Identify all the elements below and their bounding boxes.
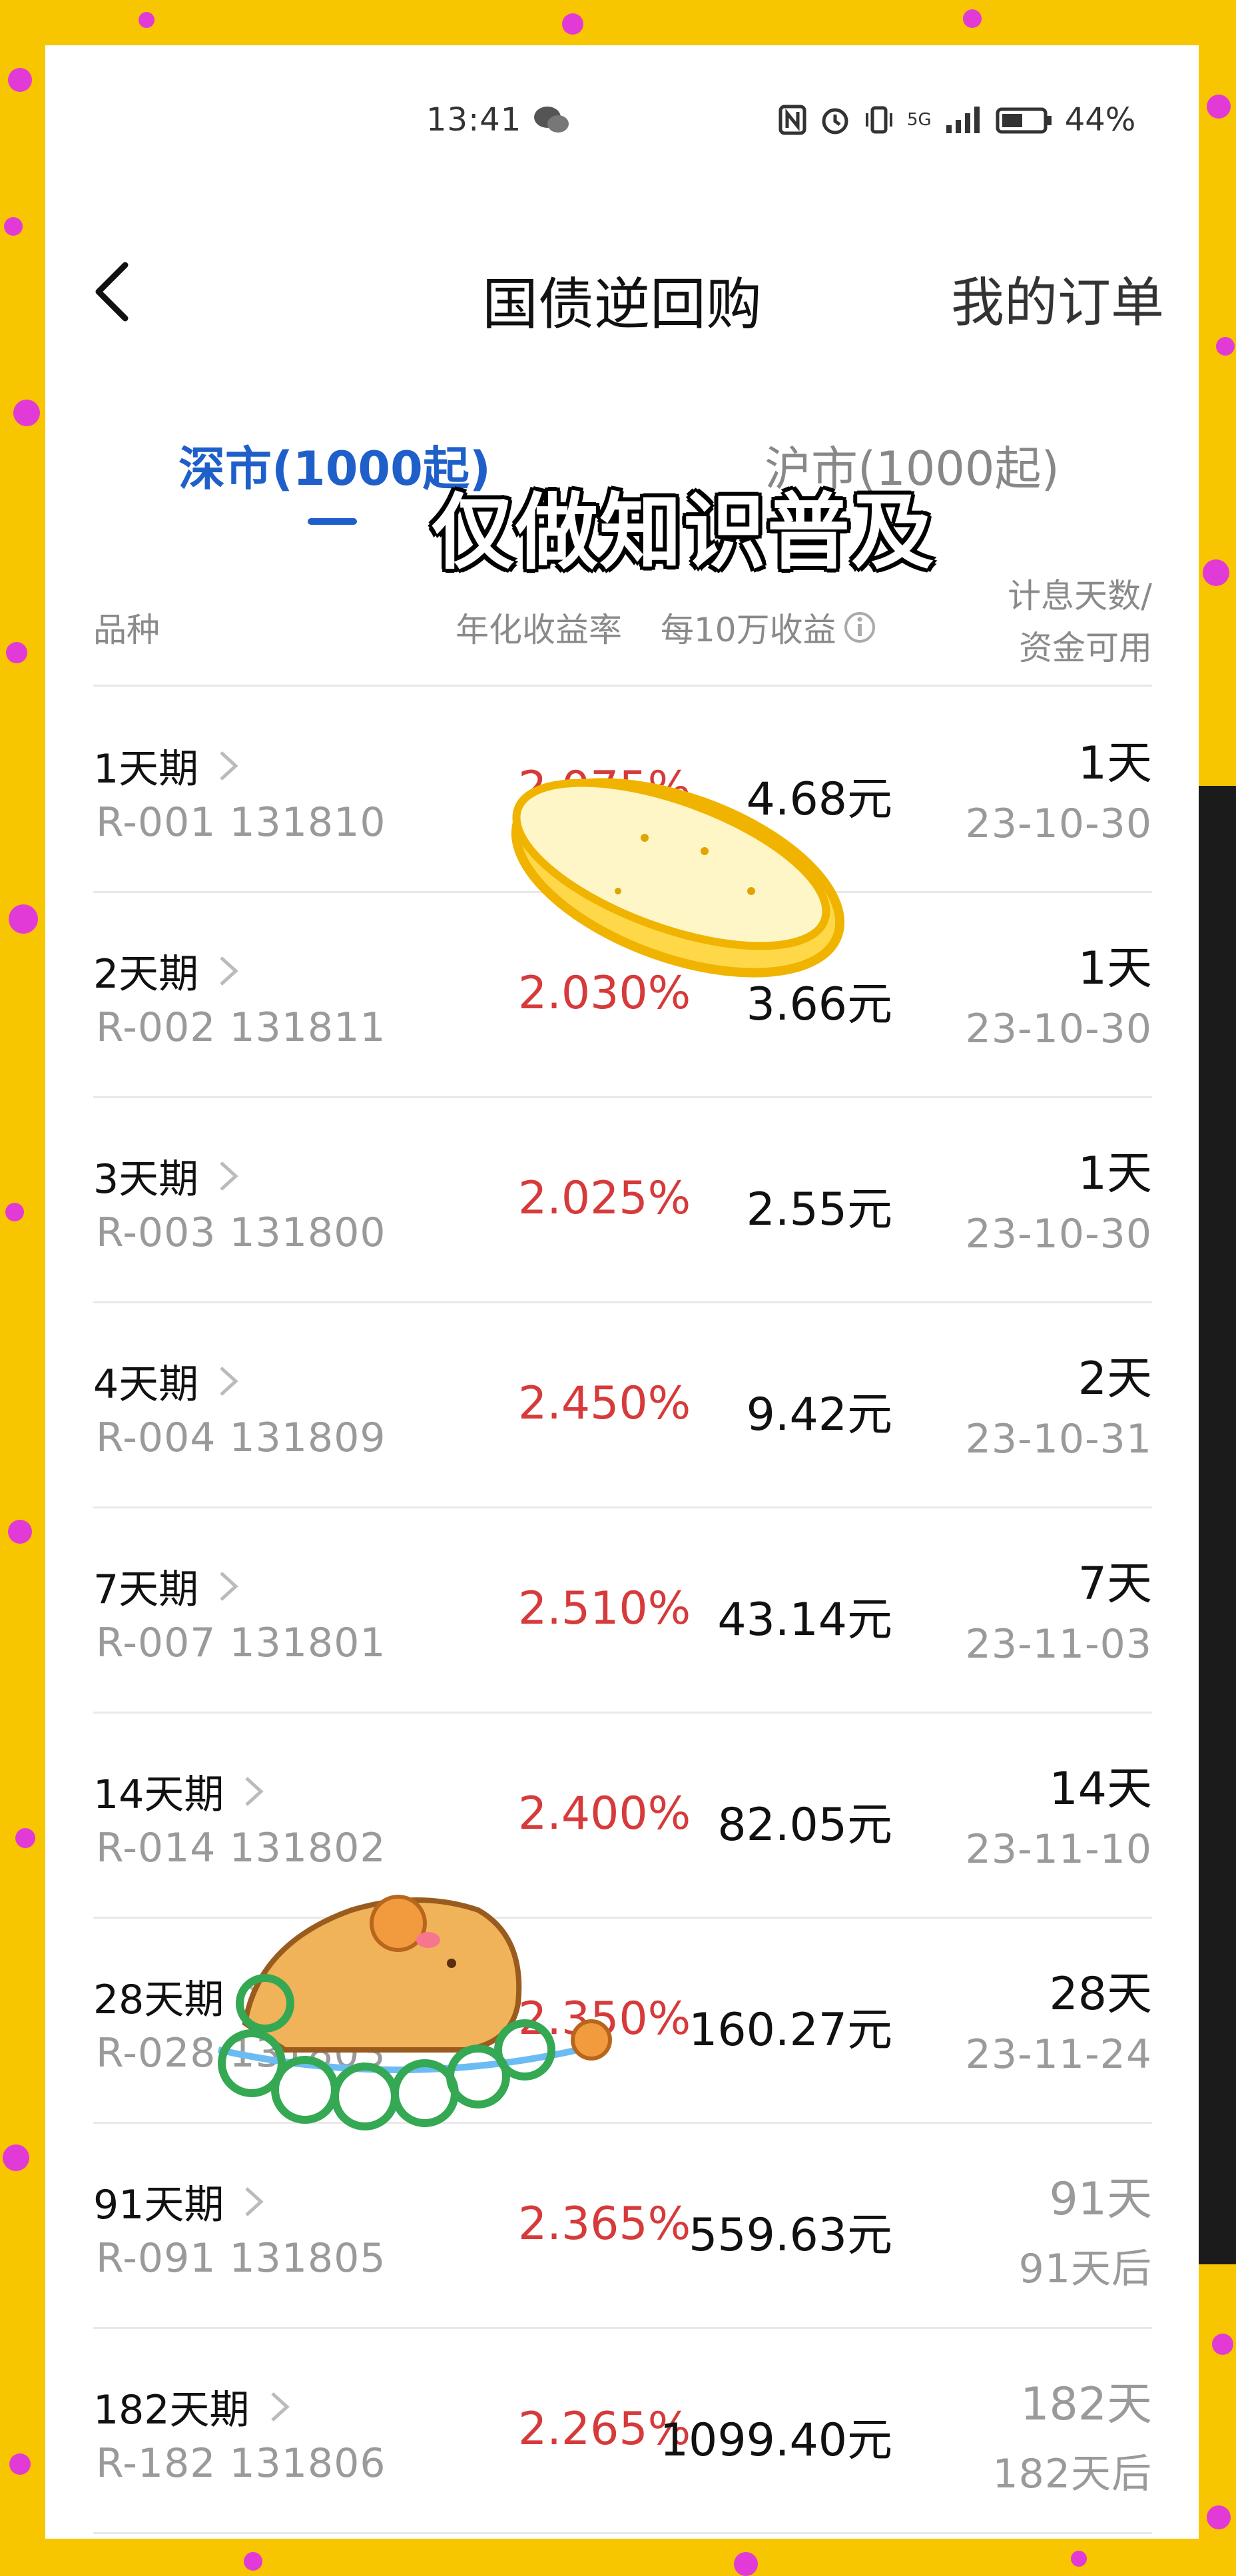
product-name-label: 7天期 — [93, 1566, 199, 1613]
background-photo-edge — [1199, 786, 1236, 2264]
funds-available-date: 91天后 — [1018, 2246, 1152, 2292]
product-code: R-003 131800 — [96, 1209, 386, 1256]
product-name[interactable]: 1天期 — [93, 737, 242, 795]
pancake-sticker — [511, 778, 845, 978]
product-name-label: 91天期 — [93, 2182, 224, 2228]
product-name[interactable]: 4天期 — [93, 1352, 242, 1410]
capybara-hotspring-sticker — [217, 1895, 612, 2130]
income-per-100k: 9.42元 — [746, 1389, 892, 1441]
income-per-100k: 82.05元 — [717, 1799, 892, 1851]
phone-screen: 13:41 5G 44% 国债逆回购 我的订单 深市(1000起) 沪市(100… — [45, 45, 1199, 2539]
interest-days: 7天 — [1078, 1558, 1152, 1610]
nav-header: 国债逆回购 我的订单 — [45, 232, 1199, 352]
header-income-label: 每10万收益 — [661, 611, 836, 649]
battery-level: 44% — [1064, 101, 1136, 139]
funds-available-date: 182天后 — [992, 2451, 1152, 2497]
alarm-icon — [822, 108, 848, 135]
product-name[interactable]: 182天期 — [93, 2378, 294, 2435]
product-name[interactable]: 91天期 — [93, 2172, 268, 2230]
interest-days: 28天 — [1049, 1968, 1152, 2021]
annual-rate: 2.365% — [518, 2198, 691, 2250]
interest-days: 1天 — [1078, 737, 1152, 790]
chevron-right-icon — [220, 1161, 238, 1191]
status-time: 13:41 — [426, 101, 522, 139]
interest-days: 2天 — [1078, 1353, 1152, 1405]
status-bar: 13:41 5G 44% — [45, 45, 1199, 205]
chevron-right-icon — [270, 2392, 290, 2421]
interest-days: 1天 — [1078, 1147, 1152, 1200]
interest-days: 91天 — [1049, 2173, 1152, 2226]
active-tab-indicator — [308, 518, 357, 525]
chevron-right-icon — [220, 751, 238, 781]
table-row[interactable]: 3天期 R-003 131800 2.025% 2.55元 1天 23-10-3… — [93, 1096, 1152, 1303]
product-code: R-004 131809 — [96, 1415, 386, 1461]
status-icons: 5G 44% — [778, 101, 1135, 139]
chevron-right-icon — [220, 1571, 238, 1601]
funds-available-date: 23-10-31 — [965, 1416, 1152, 1462]
product-name-label: 2天期 — [93, 951, 199, 998]
vibrate-icon — [866, 106, 892, 134]
product-name-label: 3天期 — [93, 1156, 199, 1203]
header-rate: 年化收益率 — [456, 611, 622, 649]
product-code: R-002 131811 — [96, 1004, 386, 1051]
annual-rate: 2.510% — [518, 1582, 691, 1635]
header-days-line2: 资金可用 — [1019, 629, 1152, 667]
funds-available-date: 23-10-30 — [965, 1006, 1152, 1052]
funds-available-date: 23-10-30 — [965, 801, 1152, 847]
product-name-label: 1天期 — [93, 746, 199, 793]
table-row[interactable]: 91天期 R-091 131805 2.365% 559.63元 91天 91天… — [93, 2122, 1152, 2329]
chevron-right-icon — [220, 1366, 238, 1396]
funds-available-date: 23-11-10 — [965, 1826, 1152, 1873]
table-row[interactable]: 182天期 R-182 131806 2.265% 1099.40元 182天 … — [93, 2327, 1152, 2534]
interest-days: 1天 — [1078, 942, 1152, 995]
table-row[interactable]: 7天期 R-007 131801 2.510% 43.14元 7天 23-11-… — [93, 1506, 1152, 1714]
income-per-100k: 2.55元 — [746, 1183, 892, 1236]
product-name-label: 182天期 — [93, 2387, 250, 2433]
table-row[interactable]: 4天期 R-004 131809 2.450% 9.42元 2天 23-10-3… — [93, 1301, 1152, 1508]
network-label: 5G — [907, 110, 932, 130]
signal-icon — [946, 107, 980, 133]
header-name: 品种 — [93, 611, 160, 649]
product-name[interactable]: 7天期 — [93, 1557, 242, 1615]
product-name[interactable]: 3天期 — [93, 1147, 242, 1205]
wechat-icon — [534, 107, 569, 133]
product-code: R-091 131805 — [96, 2235, 386, 2282]
info-icon[interactable] — [843, 611, 876, 644]
header-days-line1: 计息天数/ — [1008, 577, 1152, 615]
interest-days: 14天 — [1049, 1763, 1152, 1815]
funds-available-date: 23-11-03 — [965, 1621, 1152, 1668]
income-per-100k: 1099.40元 — [659, 2414, 892, 2467]
product-code: R-182 131806 — [96, 2440, 386, 2487]
income-per-100k: 160.27元 — [689, 2004, 892, 2057]
my-orders-link[interactable]: 我的订单 — [951, 260, 1164, 337]
funds-available-date: 23-11-24 — [965, 2031, 1152, 2078]
annual-rate: 2.450% — [518, 1377, 691, 1430]
product-code: R-007 131801 — [96, 1620, 386, 1666]
watermark-caption: 仅做知识普及 — [432, 485, 936, 581]
annual-rate: 2.025% — [518, 1172, 691, 1225]
header-days: 计息天数/ 资金可用 — [1008, 570, 1152, 674]
product-code: R-001 131810 — [96, 799, 386, 846]
battery-icon — [996, 107, 1052, 134]
income-per-100k: 43.14元 — [717, 1594, 892, 1646]
funds-available-date: 23-10-30 — [965, 1211, 1152, 1257]
interest-days: 182天 — [1020, 2378, 1152, 2431]
product-name-label: 4天期 — [93, 1361, 199, 1408]
chevron-right-icon — [220, 956, 238, 986]
income-per-100k: 559.63元 — [689, 2209, 892, 2262]
product-name[interactable]: 2天期 — [93, 942, 242, 1000]
header-income: 每10万收益 — [661, 603, 876, 651]
nfc-icon — [778, 105, 806, 135]
chevron-right-icon — [245, 2186, 264, 2216]
